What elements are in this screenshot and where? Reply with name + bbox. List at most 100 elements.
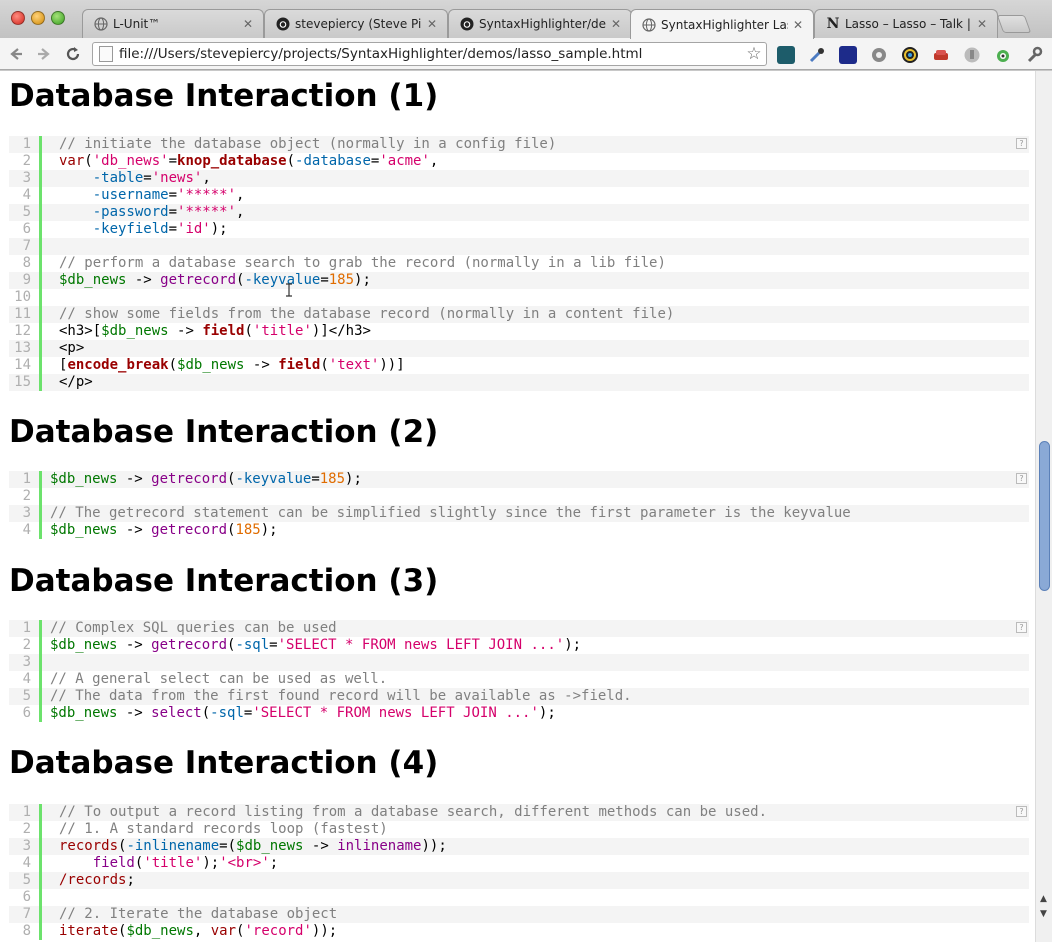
line-number: 4 (9, 187, 42, 204)
line-number: 3 (9, 838, 42, 855)
close-tab-icon[interactable]: ✕ (975, 17, 989, 31)
code-block-1: ? 1 // initiate the database object (norm… (9, 136, 1029, 391)
line-number: 7 (9, 238, 42, 255)
line-number: 12 (9, 323, 42, 340)
code-text: [encode_break($db_news -> field('text'))… (59, 357, 405, 373)
line-number: 15 (9, 374, 42, 391)
wrench-icon[interactable] (1025, 46, 1043, 64)
code-line: 4 -username='*****', (9, 187, 1029, 204)
help-icon[interactable]: ? (1016, 473, 1027, 484)
sofa-extension-icon[interactable] (932, 46, 950, 64)
code-text: -username='*****', (92, 187, 245, 203)
line-number: 10 (9, 289, 42, 306)
code-line: 1 // Complex SQL queries can be used (9, 620, 1029, 637)
code-text: </p> (59, 374, 93, 390)
line-number: 2 (9, 637, 42, 654)
minimize-window-button[interactable] (31, 11, 45, 25)
code-line: 7 // 2. Iterate the database object (9, 906, 1029, 923)
line-number: 3 (9, 170, 42, 187)
help-icon[interactable]: ? (1016, 622, 1027, 633)
globe-icon (93, 16, 109, 32)
close-tab-icon[interactable]: ✕ (425, 17, 439, 31)
code-line: 10 (9, 289, 1029, 306)
code-line: 6 $db_news -> select(-sql='SELECT * FROM … (9, 705, 1029, 722)
line-number: 5 (9, 688, 42, 705)
extension-3-icon[interactable] (839, 46, 857, 64)
gear-extension-icon[interactable] (870, 46, 888, 64)
line-number: 8 (9, 255, 42, 272)
code-text: /records; (59, 872, 135, 888)
code-line: 3 -table='news', (9, 170, 1029, 187)
text-cursor-icon (285, 283, 293, 301)
new-tab-button[interactable] (996, 15, 1032, 33)
line-number: 9 (9, 272, 42, 289)
github-icon (459, 16, 475, 32)
line-number: 6 (9, 221, 42, 238)
page-icon (99, 46, 113, 62)
code-line: 2 $db_news -> getrecord(-sql='SELECT * FR… (9, 637, 1029, 654)
code-line: 2 // 1. A standard records loop (fastest) (9, 821, 1029, 838)
tab-syntaxhighlighter-demos[interactable]: SyntaxHighlighter/demos ✕ (448, 9, 632, 38)
tab-label: SyntaxHighlighter/demos (479, 17, 606, 31)
code-line: 12 <h3>[$db_news -> field('title')]</h3> (9, 323, 1029, 340)
eyedropper-icon[interactable] (808, 46, 826, 64)
code-line: 4 // A general select can be used as well… (9, 671, 1029, 688)
close-window-button[interactable] (11, 11, 25, 25)
code-block-2: ? 1 $db_news -> getrecord(-keyvalue=185);… (9, 471, 1029, 539)
back-button[interactable] (5, 43, 27, 65)
color-wheel-icon[interactable] (901, 46, 919, 64)
line-number: 3 (9, 505, 42, 522)
code-text: $db_news -> getrecord(-keyvalue=185); (50, 471, 362, 487)
line-number: 4 (9, 522, 42, 539)
close-tab-icon[interactable]: ✕ (609, 17, 623, 31)
line-number: 4 (9, 671, 42, 688)
code-line: 6 (9, 889, 1029, 906)
reload-button[interactable] (62, 43, 84, 65)
line-number: 5 (9, 204, 42, 221)
tab-stevepiercy[interactable]: stevepiercy (Steve Piercy) ✕ (264, 9, 448, 38)
tab-label: SyntaxHighlighter Lasso (661, 17, 788, 32)
tab-lasso-talk[interactable]: N Lasso – Lasso – Talk | Ma ✕ (814, 9, 998, 38)
code-text: var('db_news'=knop_database(-database='a… (59, 153, 439, 169)
scroll-down-arrow-icon[interactable]: ▼ (1040, 909, 1047, 919)
scroll-up-arrow-icon[interactable]: ▲ (1040, 894, 1047, 904)
extension-1-icon[interactable] (777, 46, 795, 64)
forward-arrow-icon (38, 48, 50, 60)
line-number: 14 (9, 357, 42, 374)
code-line: 11 // show some fields from the database … (9, 306, 1029, 323)
code-text: // 1. A standard records loop (fastest) (59, 821, 388, 837)
code-text: // show some fields from the database re… (59, 306, 675, 322)
close-tab-icon[interactable]: ✕ (241, 17, 255, 31)
line-number: 3 (9, 654, 42, 671)
help-icon[interactable]: ? (1016, 806, 1027, 817)
scrollbar-thumb[interactable] (1039, 441, 1050, 591)
code-text: -password='*****', (92, 204, 245, 220)
shield-extension-icon[interactable] (963, 46, 981, 64)
code-line: 3 // The getrecord statement can be simpl… (9, 505, 1029, 522)
line-number: 1 (9, 471, 42, 488)
zoom-window-button[interactable] (51, 11, 65, 25)
line-number: 1 (9, 804, 42, 821)
address-bar[interactable]: file:///Users/stevepiercy/projects/Synta… (92, 42, 767, 66)
github-icon (275, 16, 291, 32)
code-line: 5 -password='*****', (9, 204, 1029, 221)
bug-extension-icon[interactable] (994, 46, 1012, 64)
vertical-scrollbar[interactable]: ▲ ▼ (1035, 71, 1052, 942)
code-text: -keyfield='id'); (92, 221, 228, 237)
section-title: Database Interaction (2) (9, 414, 439, 450)
line-number: 1 (9, 620, 42, 637)
close-tab-icon[interactable]: ✕ (791, 18, 805, 32)
bookmark-star-icon[interactable]: ☆ (742, 44, 766, 64)
code-text: $db_news -> getrecord(185); (50, 522, 278, 538)
code-text: // initiate the database object (normall… (59, 136, 557, 152)
code-text: // 2. Iterate the database object (59, 906, 338, 922)
globe-icon (641, 17, 657, 33)
help-icon[interactable]: ? (1016, 138, 1027, 149)
forward-button[interactable] (33, 43, 55, 65)
tab-l-unit[interactable]: L-Unit™ ✕ (82, 9, 264, 38)
code-text: $db_news -> select(-sql='SELECT * FROM n… (50, 705, 556, 721)
code-text: // The data from the first found record … (50, 688, 632, 704)
line-number: 7 (9, 906, 42, 923)
tab-syntaxhighlighter-lasso[interactable]: SyntaxHighlighter Lasso ✕ (630, 9, 814, 39)
url-text: file:///Users/stevepiercy/projects/Synta… (119, 46, 643, 62)
